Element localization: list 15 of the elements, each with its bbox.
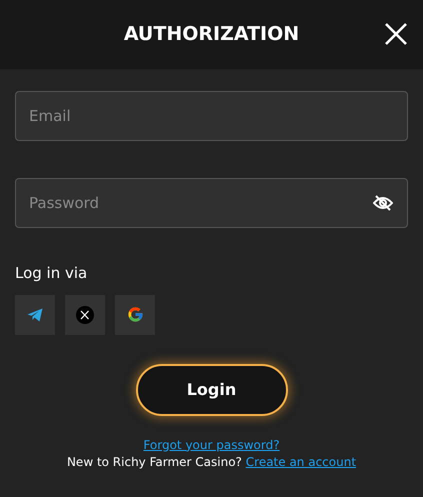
paper-plane-icon <box>27 308 43 322</box>
email-field[interactable]: Email <box>15 91 408 141</box>
x-logo-icon <box>76 306 94 324</box>
close-button[interactable] <box>383 21 409 47</box>
g-logo-icon <box>126 306 144 323</box>
eye-slash-icon[interactable] <box>373 195 393 211</box>
create-account-link[interactable]: Create an account <box>246 454 356 468</box>
password-field[interactable]: Password <box>15 178 408 228</box>
login-button[interactable]: Login <box>136 364 288 416</box>
signup-prompt: New to Richy Farmer Casino? Create an account <box>66 454 356 470</box>
social-login-label: Log in via <box>15 263 88 284</box>
forgot-password-link[interactable]: Forgot your password? <box>143 436 280 454</box>
social-login-button[interactable] <box>15 294 55 334</box>
modal-title: AUTHORIZATION <box>124 22 300 48</box>
social-login-button[interactable] <box>115 294 155 334</box>
